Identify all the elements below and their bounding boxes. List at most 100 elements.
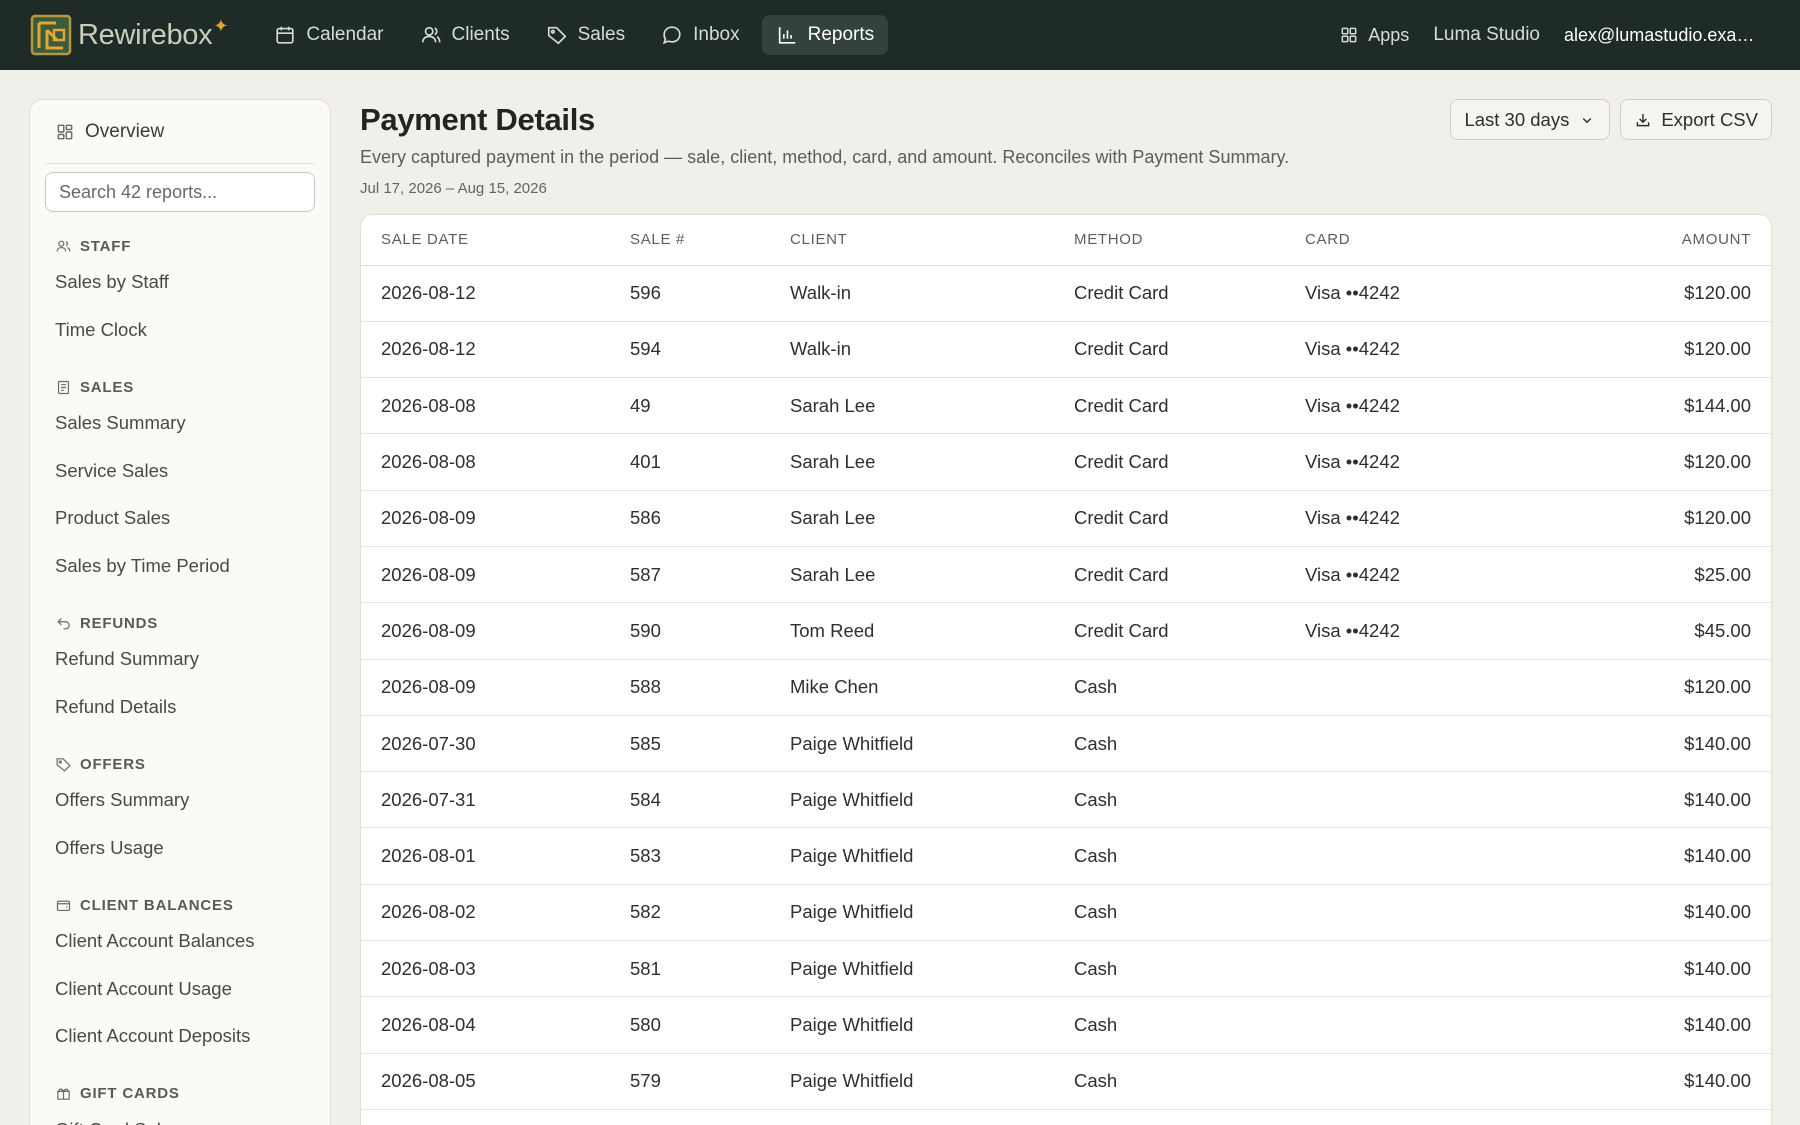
sidebar-item-client-account-deposits[interactable]: Client Account Deposits (30, 1012, 330, 1060)
cell-client: Paige Whitfield (770, 827, 1054, 885)
cell-client: Sarah Lee (770, 546, 1054, 604)
cell-amount: $25.00 (1585, 546, 1771, 604)
staff-icon (56, 240, 71, 252)
sidebar-item-client-account-balances[interactable]: Client Account Balances (30, 917, 330, 965)
cell-card: Visa ••4242 (1285, 433, 1585, 491)
table-row[interactable]: 2026-08-09 590 Tom Reed Credit Card Visa ••4… (361, 602, 1771, 660)
cell-sale-number: 580 (610, 996, 770, 1054)
column-header-card[interactable]: CARD (1285, 215, 1585, 266)
table-row[interactable]: 2026-08-12 596 Walk-in Credit Card Visa ••42… (361, 265, 1771, 322)
table-row[interactable]: 2026-08-08 49 Sarah Lee Credit Card Visa ••4… (361, 377, 1771, 435)
wallet-icon (56, 900, 71, 911)
nav-clients-label: Clients (451, 24, 510, 45)
sidebar-item-refund-details[interactable]: Refund Details (30, 683, 330, 731)
report-actions: Last 30 days Export CSV (1450, 99, 1772, 140)
table-row[interactable]: 2026-07-31 584 Paige Whitfield Cash $140.00 (361, 771, 1771, 829)
undo-icon (57, 617, 70, 629)
sidebar-item-refund-summary[interactable]: Refund Summary (30, 635, 330, 683)
sidebar-heading-label: SALES (80, 378, 135, 396)
sidebar-item-sales-by-staff[interactable]: Sales by Staff (30, 258, 330, 306)
studio-switcher[interactable]: Luma Studio (1433, 24, 1540, 46)
cell-sale-date: 2026-07-31 (361, 771, 610, 829)
cell-client: Paige Whitfield (770, 1053, 1054, 1110)
rewirebox-logo-icon (30, 14, 72, 56)
column-header-amount[interactable]: AMOUNT (1585, 215, 1771, 266)
cell-sale-date: 2026-08-08 (361, 377, 610, 435)
brand-name: Rewirebox (78, 18, 213, 51)
receipt-icon (57, 380, 70, 394)
table-row[interactable]: 2026-08-04 580 Paige Whitfield Cash $140.00 (361, 996, 1771, 1054)
nav-calendar-label: Calendar (306, 24, 384, 45)
sidebar-item-sales-summary[interactable]: Sales Summary (30, 399, 330, 447)
sidebar-heading: CLIENT BALANCES (30, 895, 330, 915)
sidebar-item-client-account-usage[interactable]: Client Account Usage (30, 965, 330, 1013)
sidebar-item-service-sales[interactable]: Service Sales (30, 447, 330, 495)
tag-icon (547, 26, 567, 45)
nav-inbox[interactable]: Inbox (647, 15, 753, 55)
report-search-input[interactable] (45, 172, 315, 212)
column-header-client[interactable]: CLIENT (770, 215, 1054, 266)
account-menu[interactable]: alex@lumastudio.example.com (1564, 25, 1756, 46)
brand[interactable]: Rewirebox ✦ (30, 0, 228, 70)
cell-client: Paige Whitfield (770, 771, 1054, 829)
cell-method: Cash (1054, 996, 1285, 1054)
sidebar-heading: GIFT CARDS (30, 1084, 330, 1104)
nav-sales[interactable]: Sales (532, 15, 640, 55)
sidebar-item-gift-card-sales[interactable]: Gift Card Sales (30, 1106, 330, 1125)
sidebar-item-time-clock[interactable]: Time Clock (30, 306, 330, 354)
sidebar-item-offers-usage[interactable]: Offers Usage (30, 824, 330, 872)
cell-client: Paige Whitfield (770, 884, 1054, 942)
cell-method: Cash (1054, 659, 1285, 716)
cell-sale-number: 401 (610, 433, 770, 491)
sidebar-item-offers-summary[interactable]: Offers Summary (30, 776, 330, 824)
column-header-sale-number[interactable]: SALE # (610, 215, 770, 266)
cell-client: Walk-in (770, 321, 1054, 379)
cell-amount: $140.00 (1585, 884, 1771, 942)
table-row[interactable]: 2026-08-09 588 Mike Chen Cash $120.00 (361, 659, 1771, 716)
nav-reports-label: Reports (807, 24, 875, 45)
table-row[interactable]: 2026-08-01 583 Paige Whitfield Cash $140.00 (361, 827, 1771, 885)
nav-clients[interactable]: Clients (406, 15, 524, 55)
nav-calendar[interactable]: Calendar (260, 15, 397, 55)
sidebar-item-product-sales[interactable]: Product Sales (30, 494, 330, 542)
table-row[interactable]: 2026-07-30 585 Paige Whitfield Cash $140.00 (361, 715, 1771, 773)
export-csv-button[interactable]: Export CSV (1620, 99, 1772, 140)
sidebar-section-sales: SALES Sales Summary Service Sales Produc… (30, 377, 330, 589)
cell-method: Cash (1054, 884, 1285, 942)
cell-method: Cash (1054, 827, 1285, 885)
table-row[interactable]: 2026-08-08 401 Sarah Lee Credit Card Visa ••… (361, 433, 1771, 491)
cell-client: Mike Chen (770, 659, 1054, 716)
cell-sale-number: 49 (610, 377, 770, 435)
download-icon (1637, 113, 1650, 126)
cell-amount: $144.00 (1585, 377, 1771, 435)
cell-amount: $120.00 (1585, 321, 1771, 379)
sidebar-heading: STAFF (30, 236, 330, 256)
column-header-sale-date[interactable]: SALE DATE (361, 215, 610, 266)
dashboard-icon (57, 124, 73, 139)
sidebar-section-gift-cards: GIFT CARDS Gift Card Sales (30, 1084, 330, 1125)
cell-client: Walk-in (770, 265, 1054, 322)
sidebar-heading: SALES (30, 377, 330, 397)
sidebar-heading-label: OFFERS (80, 755, 146, 773)
cell-sale-date: 2026-08-02 (361, 884, 610, 942)
table-row[interactable]: 2026-08-05 579 Paige Whitfield Cash $140.00 (361, 1053, 1771, 1110)
cell-sale-date: 2026-08-09 (361, 490, 610, 547)
sidebar-section-client-balances: CLIENT BALANCES Client Account Balances … (30, 895, 330, 1060)
table-row[interactable]: 2026-08-09 587 Sarah Lee Credit Card Visa ••… (361, 546, 1771, 604)
column-header-method[interactable]: METHOD (1054, 215, 1285, 266)
cell-method: Credit Card (1054, 490, 1285, 547)
apps-button[interactable]: Apps (1339, 25, 1409, 46)
cell-method: Credit Card (1054, 602, 1285, 660)
period-select[interactable]: Last 30 days (1450, 99, 1611, 140)
sidebar-heading-label: STAFF (80, 237, 132, 255)
table-row[interactable]: 2026-08-02 582 Paige Whitfield Cash $140.00 (361, 884, 1771, 942)
table-row[interactable]: 2026-08-09 586 Sarah Lee Credit Card Visa ••… (361, 490, 1771, 547)
table-row[interactable]: 2026-08-03 581 Paige Whitfield Cash $140.00 (361, 940, 1771, 998)
sidebar-heading-label: REFUNDS (80, 614, 159, 632)
cell-card: Visa ••4242 (1285, 546, 1585, 604)
top-navigation-bar: Rewirebox ✦ Calendar Clients Sales Inbox… (0, 0, 1800, 70)
nav-reports[interactable]: Reports (761, 15, 889, 55)
sidebar-item-sales-by-time-period[interactable]: Sales by Time Period (30, 542, 330, 590)
sidebar-item-overview[interactable]: Overview (45, 100, 315, 164)
table-row[interactable]: 2026-08-12 594 Walk-in Credit Card Visa ••42… (361, 321, 1771, 379)
